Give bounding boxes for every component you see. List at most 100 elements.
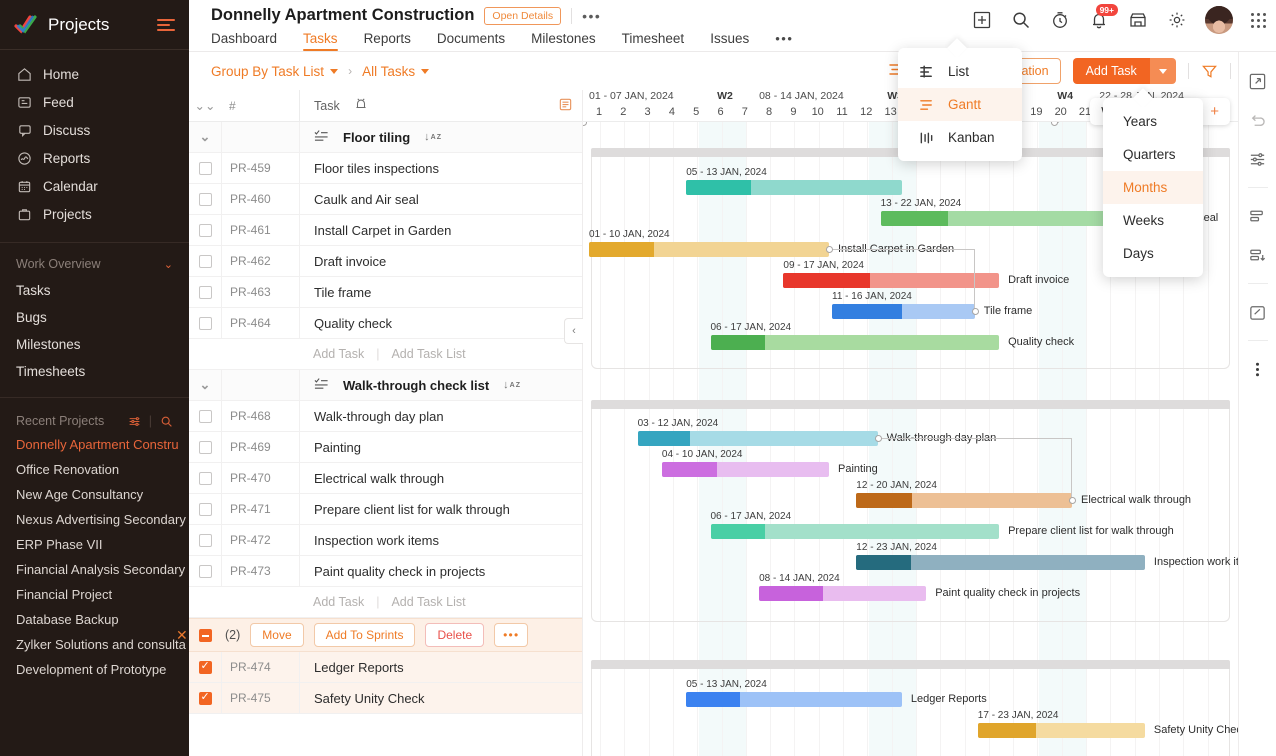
table-row[interactable]: PR-460 Caulk and Air seal [189,184,582,215]
bulk-more-button[interactable]: ••• [494,623,528,647]
row-task-name[interactable]: Painting [299,432,582,462]
gantt-dependency-node[interactable] [1069,497,1076,504]
bulk-select-checkbox[interactable] [199,629,212,642]
sort-az-icon[interactable]: ↓AZ [424,131,441,143]
filter-icon[interactable] [1201,63,1218,80]
align-left-icon[interactable] [1247,205,1269,227]
menu-item-quarters[interactable]: Quarters [1103,138,1203,171]
open-details-button[interactable]: Open Details [484,7,561,25]
add-task-list-link[interactable]: Add Task List [391,347,465,361]
tab-timesheet[interactable]: Timesheet [622,31,685,51]
table-row[interactable]: ⌄ Walk-through check list ↓AZ [189,370,582,401]
gantt-bar[interactable] [881,211,1121,226]
gear-icon[interactable] [1166,10,1187,31]
table-row[interactable]: PR-474 Ledger Reports [189,652,582,683]
table-row[interactable]: PR-475 Safety Unity Check [189,683,582,714]
search-icon[interactable] [160,415,173,428]
menu-item-kanban[interactable]: Kanban [898,121,1022,154]
row-task-name[interactable]: Paint quality check in projects [299,556,582,586]
sidebar-project-financial[interactable]: Financial Project [0,582,189,607]
gantt-bar[interactable] [711,524,1000,539]
group-by-dropdown[interactable]: Group By Task List [211,64,338,79]
sidebar-item-reports[interactable]: Reports [0,144,189,172]
table-row[interactable]: PR-472 Inspection work items [189,525,582,556]
sidebar-item-tasks[interactable]: Tasks [0,277,189,304]
gantt-bar[interactable] [856,555,1145,570]
sidebar-project-database-backup[interactable]: Database Backup [0,607,189,632]
move-button[interactable]: Move [250,623,303,647]
row-checkbox[interactable] [199,441,212,454]
sidebar-project-zylker[interactable]: Zylker Solutions and consulta [0,632,189,657]
sidebar-project-new-age[interactable]: New Age Consultancy [0,482,189,507]
avatar[interactable] [1205,6,1233,34]
gantt-bar[interactable] [589,242,829,257]
gantt-bar[interactable] [711,335,1000,350]
sidebar-item-timesheets[interactable]: Timesheets [0,358,189,385]
row-task-name[interactable]: Safety Unity Check [299,683,582,713]
row-checkbox[interactable] [199,472,212,485]
table-row[interactable]: PR-473 Paint quality check in projects [189,556,582,587]
undo-icon[interactable] [1247,109,1269,131]
add-task-link[interactable]: Add Task [313,595,364,609]
table-row[interactable]: PR-470 Electrical walk through [189,463,582,494]
sidebar-project-prototype[interactable]: Development of Prototype [0,657,189,682]
menu-item-years[interactable]: Years [1103,105,1203,138]
row-task-name[interactable]: Walk-through day plan [299,401,582,431]
add-to-sprints-button[interactable]: Add To Sprints [314,623,416,647]
row-task-name[interactable]: Ledger Reports [299,652,582,682]
table-row[interactable]: PR-468 Walk-through day plan [189,401,582,432]
row-task-name[interactable]: Prepare client list for walk through [299,494,582,524]
row-task-name[interactable]: Draft invoice [299,246,582,276]
kebab-menu-icon[interactable] [1247,358,1269,380]
sidebar-item-discuss[interactable]: Discuss [0,116,189,144]
filter-view-dropdown[interactable]: All Tasks [362,64,429,79]
add-task-dropdown-toggle[interactable] [1150,58,1176,84]
menu-item-list[interactable]: List [898,55,1022,88]
timer-icon[interactable] [1049,10,1070,31]
indent-icon[interactable] [1247,244,1269,266]
add-task-button[interactable]: Add Task [1073,58,1176,84]
menu-item-months[interactable]: Months [1103,171,1203,204]
row-checkbox[interactable] [199,255,212,268]
add-icon[interactable] [971,10,992,31]
sidebar-item-feed[interactable]: Feed [0,88,189,116]
row-task-name[interactable]: Install Carpet in Garden [299,215,582,245]
table-row[interactable]: PR-461 Install Carpet in Garden [189,215,582,246]
gantt-dependency-node[interactable] [826,246,833,253]
alarm-icon[interactable] [354,97,368,114]
column-settings-icon[interactable] [558,97,582,115]
notification-icon[interactable]: 99+ [1088,10,1109,31]
table-row[interactable]: PR-459 Floor tiles inspections [189,153,582,184]
expand-icon[interactable] [1247,70,1269,92]
table-row[interactable]: PR-462 Draft invoice [189,246,582,277]
menu-item-days[interactable]: Days [1103,237,1203,270]
collapse-panel-button[interactable]: ‹ [564,318,583,344]
row-checkbox[interactable] [199,534,212,547]
tab-documents[interactable]: Documents [437,31,505,51]
sidebar-project-financial-analysis[interactable]: Financial Analysis Secondary [0,557,189,582]
row-checkbox[interactable] [199,224,212,237]
sidebar-project-donnelly[interactable]: Donnelly Apartment Constru [0,432,189,457]
collapse-all-icon[interactable]: ⌄⌄ [189,98,221,113]
close-icon[interactable]: ✕ [176,627,188,644]
row-task-name[interactable]: Electrical walk through [299,463,582,493]
row-checkbox[interactable] [199,193,212,206]
tab-milestones[interactable]: Milestones [531,31,596,51]
calendar-edit-icon[interactable] [1247,301,1269,323]
gantt-bar[interactable] [686,180,902,195]
gantt-bar[interactable] [759,586,926,601]
app-switcher-icon[interactable] [1251,13,1266,28]
table-row[interactable]: PR-471 Prepare client list for walk thro… [189,494,582,525]
row-task-name[interactable]: Floor tiles inspections [299,153,582,183]
table-row[interactable]: PR-464 Quality check [189,308,582,339]
marketplace-icon[interactable] [1127,10,1148,31]
gantt-dependency-node[interactable] [972,308,979,315]
table-row[interactable]: PR-463 Tile frame [189,277,582,308]
row-task-name[interactable]: Tile frame [299,277,582,307]
table-row[interactable]: ⌄ Floor tiling ↓AZ [189,122,582,153]
add-task-link[interactable]: Add Task [313,347,364,361]
row-checkbox[interactable] [199,286,212,299]
row-checkbox[interactable] [199,565,212,578]
tab-issues[interactable]: Issues [710,31,749,51]
row-checkbox[interactable] [199,503,212,516]
